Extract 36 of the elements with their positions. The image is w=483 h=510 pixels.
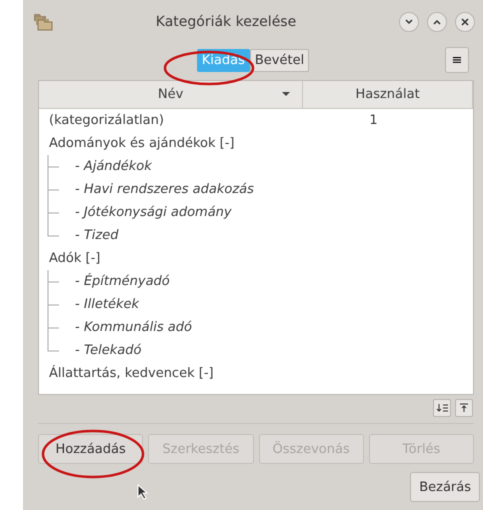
collapse-all-button[interactable] [455,399,473,417]
category-name[interactable]: Adók [-] [39,251,304,266]
subcategory-name[interactable]: - Tized [39,228,330,243]
arrow-up-bar-icon [459,403,469,413]
action-button[interactable]: Hozzáadás [38,434,144,464]
tree-line-icon [47,270,59,293]
subcategory-name[interactable]: - Kommunális adó [39,320,330,335]
subcategory-name[interactable]: - Jótékonysági adomány [39,205,330,220]
close-icon [461,18,469,26]
chevron-down-icon [405,19,413,25]
subcategory-name[interactable]: - Illetékek [39,297,330,312]
column-header[interactable]: Használat [303,81,473,108]
tree-line-icon [47,178,59,201]
tree-line-icon [47,293,59,316]
subcategory-name[interactable]: - Telekadó [39,343,330,358]
maximize-button[interactable] [427,12,447,32]
subcategory-name[interactable]: - Építményadó [39,274,330,289]
subcategory-name[interactable]: - Havi rendszeres adakozás [39,182,330,197]
folders-icon [33,13,53,31]
arrow-down-list-icon [436,403,448,413]
mouse-cursor-icon [137,484,149,500]
menu-button[interactable]: ≡ [445,47,469,73]
tree-line-icon [47,155,59,178]
subcategory-name[interactable]: - Ajándékok [39,159,330,174]
minimize-button[interactable] [399,12,419,32]
category-name[interactable]: (kategorizálatlan) [39,113,304,128]
category-name[interactable]: Adományok és ajándékok [-] [39,136,304,151]
window-title: Kategóriák kezelése [154,14,298,30]
close-button[interactable] [455,12,475,32]
column-header[interactable]: Név [39,81,304,108]
usage-count: 1 [368,113,379,128]
expand-all-button[interactable] [433,399,451,417]
category-name[interactable]: Állattartás, kedvencek [-] [39,366,304,381]
chevron-up-icon [433,19,441,25]
tab[interactable]: Bevétel [250,48,310,72]
close-dialog-button[interactable]: Bezárás [410,472,480,502]
